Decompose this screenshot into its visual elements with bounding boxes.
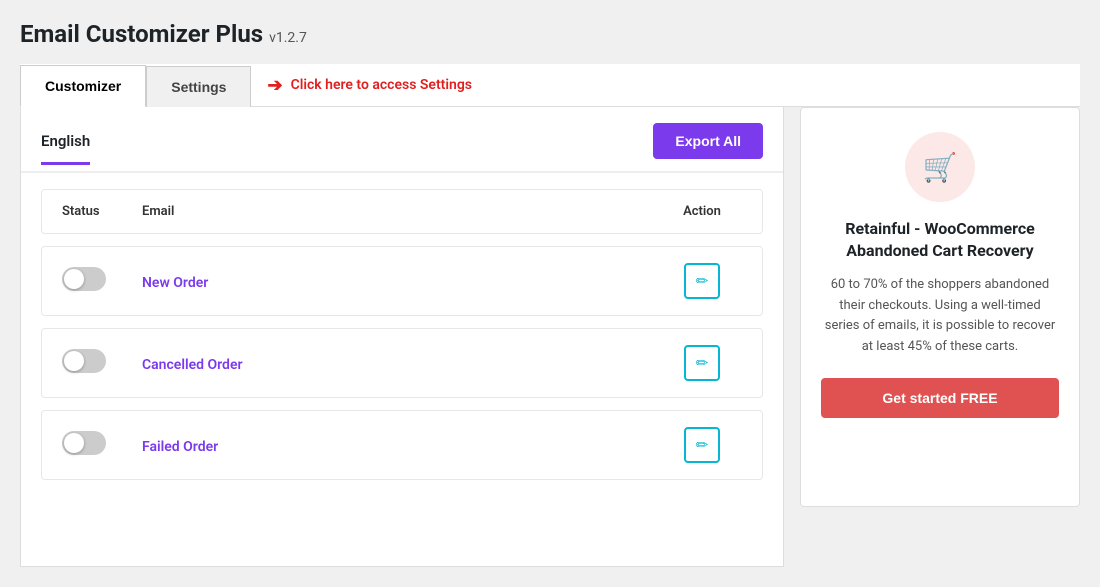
- edit-button-cancelled-order[interactable]: ✏: [684, 345, 720, 381]
- edit-icon: ✏: [696, 354, 709, 372]
- table-row: Cancelled Order ✏: [41, 328, 763, 398]
- edit-button-failed-order[interactable]: ✏: [684, 427, 720, 463]
- status-cell-1: [62, 267, 142, 295]
- tabs-bar: Customizer Settings ➔ Click here to acce…: [20, 64, 1080, 107]
- toggle-new-order[interactable]: [62, 267, 106, 291]
- tab-settings[interactable]: Settings: [146, 66, 251, 107]
- main-layout: English Export All Status Email Action N…: [20, 107, 1080, 567]
- get-started-button[interactable]: Get started FREE: [821, 378, 1059, 418]
- cart-icon: 🛒: [923, 151, 958, 184]
- email-link-cancelled-order[interactable]: Cancelled Order: [142, 357, 243, 373]
- table-header: Status Email Action: [41, 189, 763, 234]
- tab-customizer[interactable]: Customizer: [20, 65, 146, 107]
- email-name-cell-2: Cancelled Order: [142, 354, 662, 373]
- toggle-failed-order[interactable]: [62, 431, 106, 455]
- table-row: Failed Order ✏: [41, 410, 763, 480]
- edit-button-new-order[interactable]: ✏: [684, 263, 720, 299]
- right-panel: 🛒 Retainful - WooCommerce Abandoned Cart…: [800, 107, 1080, 507]
- col-header-action: Action: [662, 204, 742, 219]
- export-all-button[interactable]: Export All: [653, 123, 763, 159]
- table-row: New Order ✏: [41, 246, 763, 316]
- status-cell-2: [62, 349, 142, 377]
- promo-description: 60 to 70% of the shoppers abandoned thei…: [821, 275, 1059, 358]
- arrow-icon: ➔: [267, 75, 282, 96]
- action-cell-3: ✏: [662, 427, 742, 463]
- col-header-email: Email: [142, 204, 662, 219]
- toggle-cancelled-order[interactable]: [62, 349, 106, 373]
- promo-icon-circle: 🛒: [905, 132, 975, 202]
- promo-title: Retainful - WooCommerce Abandoned Cart R…: [821, 218, 1059, 263]
- action-cell-1: ✏: [662, 263, 742, 299]
- page-title: Email Customizer Plus v1.2.7: [20, 20, 1080, 48]
- email-name-cell-3: Failed Order: [142, 436, 662, 455]
- col-header-status: Status: [62, 204, 142, 219]
- edit-icon: ✏: [696, 272, 709, 290]
- language-tab-row: English Export All: [21, 107, 783, 173]
- edit-icon: ✏: [696, 436, 709, 454]
- language-tab-english[interactable]: English: [41, 132, 90, 165]
- settings-hint: ➔ Click here to access Settings: [267, 75, 472, 96]
- action-cell-2: ✏: [662, 345, 742, 381]
- email-link-failed-order[interactable]: Failed Order: [142, 439, 218, 455]
- email-name-cell-1: New Order: [142, 272, 662, 291]
- email-link-new-order[interactable]: New Order: [142, 275, 208, 291]
- left-panel: English Export All Status Email Action N…: [20, 107, 784, 567]
- email-rows: New Order ✏ Cancelled Order: [21, 246, 783, 500]
- status-cell-3: [62, 431, 142, 459]
